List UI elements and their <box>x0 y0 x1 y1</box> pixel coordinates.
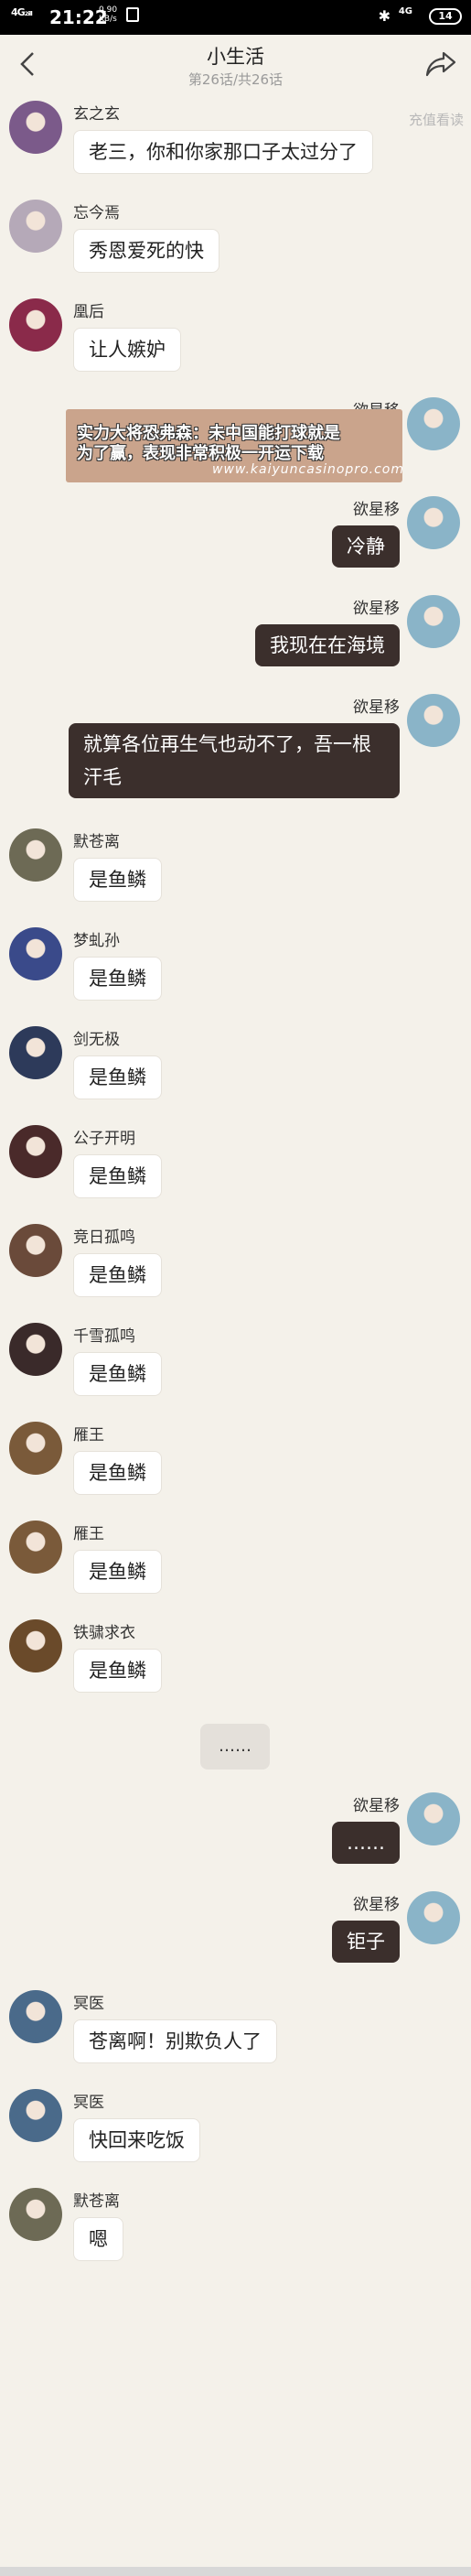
sender-name: 玄之玄 <box>73 105 120 124</box>
message-bubble[interactable]: 就算各位再生气也动不了，吾一根汗毛 <box>69 723 400 798</box>
avatar[interactable] <box>9 2188 62 2241</box>
sender-name: 欲星移 <box>353 501 400 519</box>
notification-icon <box>126 7 139 22</box>
sender-name: 欲星移 <box>353 1797 400 1815</box>
sender-name: 欲星移 <box>353 698 400 717</box>
sender-name: 忘今焉 <box>73 204 120 222</box>
sender-name: 默苍离 <box>73 833 120 851</box>
avatar[interactable] <box>9 200 62 253</box>
avatar[interactable] <box>9 1990 62 2043</box>
sender-name: 默苍离 <box>73 2192 120 2211</box>
ad-text-line2: 为了赢，表现非常积极一开运下载 <box>77 444 324 463</box>
share-icon[interactable] <box>423 48 458 81</box>
avatar[interactable] <box>9 1422 62 1475</box>
sender-name: 冥医 <box>73 2094 104 2112</box>
message-bubble[interactable]: 冷静 <box>332 525 400 568</box>
avatar[interactable] <box>9 1224 62 1277</box>
avatar[interactable] <box>9 1026 62 1079</box>
message-bubble[interactable]: 让人嫉妒 <box>73 328 181 372</box>
signal-label: 4G <box>398 6 412 16</box>
sender-name: 冥医 <box>73 1995 104 2013</box>
avatar[interactable] <box>407 595 460 648</box>
avatar[interactable] <box>9 2089 62 2142</box>
avatar[interactable] <box>9 828 62 882</box>
sender-name: 竞日孤鸣 <box>73 1228 135 1247</box>
avatar[interactable] <box>407 496 460 549</box>
message-bubble[interactable]: 是鱼鳞 <box>73 1649 162 1693</box>
message-bubble[interactable]: 秀恩爱死的快 <box>73 229 219 273</box>
avatar[interactable] <box>407 1891 460 1944</box>
avatar[interactable] <box>9 1521 62 1574</box>
message-bubble[interactable]: 是鱼鳞 <box>73 1253 162 1297</box>
message-bubble[interactable]: 是鱼鳞 <box>73 1154 162 1198</box>
avatar[interactable] <box>9 1125 62 1178</box>
recharge-notice[interactable]: 充值看读 <box>409 110 464 129</box>
message-bubble[interactable]: 是鱼鳞 <box>73 1055 162 1099</box>
battery-indicator: 14 <box>429 8 462 25</box>
system-nav-bar <box>0 2567 471 2576</box>
message-bubble[interactable]: 苍离啊！别欺负人了 <box>73 2019 277 2063</box>
message-bubble[interactable]: 钜子 <box>332 1921 400 1963</box>
message-bubble[interactable]: 老三，你和你家那口子太过分了 <box>73 130 373 174</box>
avatar[interactable] <box>9 927 62 980</box>
sender-name: 铁骕求衣 <box>73 1624 135 1642</box>
message-bubble[interactable]: …… <box>332 1822 400 1864</box>
status-bar: 4G₂ᵢₗₗ 21:22 0.90 KB/s ✱ 4G 14 <box>0 0 471 35</box>
message-bubble[interactable]: 是鱼鳞 <box>73 1451 162 1495</box>
avatar[interactable] <box>9 298 62 352</box>
sender-name: 梦虬孙 <box>73 932 120 950</box>
network-indicator: 4G₂ᵢₗₗ <box>11 6 33 18</box>
message-bubble[interactable]: 嗯 <box>73 2217 123 2261</box>
net-speed: 0.90 KB/s <box>99 5 118 24</box>
sender-name: 欲星移 <box>353 600 400 618</box>
chapter-header: 小生活 第26话/共26话 <box>0 35 471 93</box>
message-bubble[interactable]: 我现在在海境 <box>255 624 400 666</box>
page-title: 小生活 <box>207 46 264 68</box>
sender-name: 剑无极 <box>73 1031 120 1049</box>
message-bubble[interactable]: 是鱼鳞 <box>73 858 162 902</box>
avatar[interactable] <box>407 397 460 450</box>
sender-name: 公子开明 <box>73 1130 135 1148</box>
message-bubble[interactable]: 是鱼鳞 <box>73 957 162 1001</box>
sender-name: 凰后 <box>73 303 104 321</box>
ellipsis-separator: …… <box>200 1724 270 1770</box>
message-bubble[interactable]: 快回来吃饭 <box>73 2118 200 2162</box>
sender-name: 雁王 <box>73 1426 104 1445</box>
avatar[interactable] <box>407 694 460 747</box>
chapter-count: 第26话/共26话 <box>187 71 284 88</box>
sender-name: 雁王 <box>73 1525 104 1543</box>
ad-banner[interactable]: 实力大将恐弗森：未中国能打球就是 为了赢，表现非常积极一开运下载 www.kai… <box>66 409 402 482</box>
avatar[interactable] <box>407 1792 460 1845</box>
avatar[interactable] <box>9 1323 62 1376</box>
message-bubble[interactable]: 是鱼鳞 <box>73 1352 162 1396</box>
ad-url: www.kaiyuncasinopro.com <box>212 462 402 477</box>
bluetooth-icon: ✱ <box>378 7 391 25</box>
avatar[interactable] <box>9 1619 62 1672</box>
sender-name: 欲星移 <box>353 1896 400 1914</box>
avatar[interactable] <box>9 101 62 154</box>
sender-name: 千雪孤鸣 <box>73 1327 135 1346</box>
message-bubble[interactable]: 是鱼鳞 <box>73 1550 162 1594</box>
